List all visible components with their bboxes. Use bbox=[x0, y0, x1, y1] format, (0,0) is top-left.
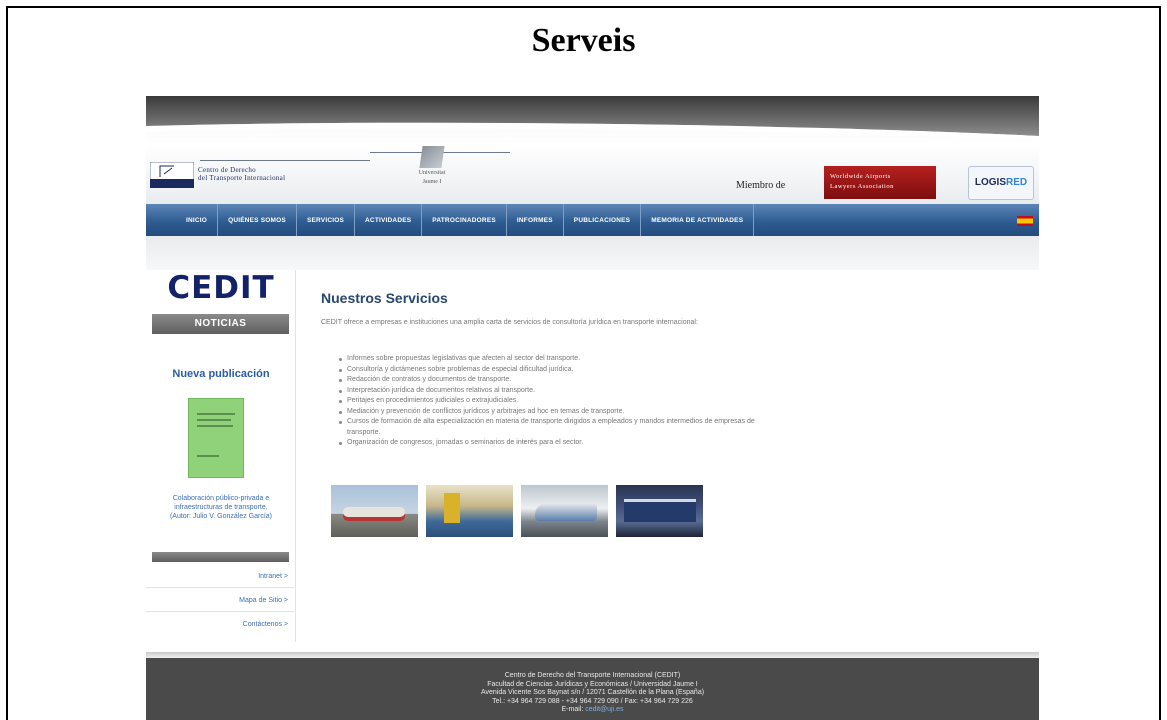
service-item: Informes sobre propuestas legislativas q… bbox=[339, 354, 759, 365]
train-photo bbox=[521, 485, 608, 537]
logo-line-2: del Transporte Internacional bbox=[198, 174, 286, 182]
news-caption-2: infraestructuras de transporte. bbox=[174, 504, 268, 511]
nav-memoria-actividades[interactable]: MEMORIA DE ACTIVIDADES bbox=[641, 204, 755, 236]
nav-quienes-somos[interactable]: QUIÉNES SOMOS bbox=[218, 204, 297, 236]
university-mark-icon bbox=[419, 146, 445, 168]
news-caption[interactable]: Colaboración público-privada e infraestr… bbox=[146, 494, 296, 521]
footer-email-label: E-mail: bbox=[561, 706, 584, 713]
footer-email-link[interactable]: cedit@uji.es bbox=[585, 706, 623, 713]
site-footer: Centro de Derecho del Transporte Interna… bbox=[146, 658, 1039, 720]
book-cover-image[interactable] bbox=[188, 398, 244, 478]
services-list: Informes sobre propuestas legislativas q… bbox=[339, 354, 759, 449]
intranet-link[interactable]: Intranet > bbox=[146, 566, 294, 588]
university-name-1: Universitat bbox=[418, 170, 446, 176]
news-caption-3: (Autor: Julio V. González García) bbox=[169, 513, 273, 520]
transport-photos bbox=[331, 485, 703, 537]
footer-line-3: Avenida Vicente Sos Baynat s/n / 12071 C… bbox=[480, 689, 705, 696]
university-logo: Universitat Jaume I bbox=[408, 146, 456, 186]
book-line bbox=[197, 425, 233, 427]
nav-actividades[interactable]: ACTIVIDADES bbox=[355, 204, 423, 236]
logisred-part-2: RED bbox=[1006, 177, 1028, 188]
nav-subbar bbox=[146, 236, 1039, 270]
news-title-link[interactable]: Nueva publicación bbox=[146, 368, 296, 380]
nav-inicio[interactable]: INICIO bbox=[176, 204, 219, 236]
site-header: Centro de Derecho del Transporte Interna… bbox=[146, 96, 1039, 204]
spain-flag-icon[interactable] bbox=[1017, 216, 1033, 226]
website-screenshot: Centro de Derecho del Transporte Interna… bbox=[146, 96, 1039, 720]
intro-text: CEDIT ofrece a empresas e instituciones … bbox=[321, 319, 698, 326]
slide-title: Serveis bbox=[531, 22, 636, 59]
nav-informes[interactable]: INFORMES bbox=[507, 204, 564, 236]
main-navbar: INICIO QUIÉNES SOMOS SERVICIOS ACTIVIDAD… bbox=[146, 204, 1039, 236]
service-item: Mediación y prevención de conflictos jur… bbox=[339, 407, 759, 418]
ship-photo bbox=[426, 485, 513, 537]
noticias-header: NOTICIAS bbox=[152, 314, 289, 334]
service-item: Consultoría y dictámenes sobre problemas… bbox=[339, 365, 759, 376]
nav-publicaciones[interactable]: PUBLICACIONES bbox=[564, 204, 642, 236]
wala-line-1: Worldwide Airports bbox=[830, 173, 891, 180]
footer-line-4: Tel.: +34 964 729 088 - +34 964 729 090 … bbox=[492, 697, 693, 705]
cedit-logo-text: Centro de Derecho del Transporte Interna… bbox=[198, 166, 285, 182]
slide-frame: Serveis Centro de Derecho del Transporte… bbox=[6, 6, 1161, 720]
footer-email-row: E-mail: cedit@uji.es bbox=[146, 706, 1039, 715]
footer-line-1: Centro de Derecho del Transporte Interna… bbox=[504, 672, 681, 679]
book-line bbox=[197, 455, 219, 457]
header-swoosh bbox=[146, 96, 1039, 140]
left-sidebar: CEDIT NOTICIAS Nueva publicación Colabor… bbox=[146, 270, 296, 642]
university-name-2: Jaume I bbox=[422, 179, 442, 185]
service-item: Organización de congresos, jornadas o se… bbox=[339, 438, 759, 449]
site-map-link[interactable]: Mapa de Sitio > bbox=[146, 590, 294, 612]
decor-line bbox=[200, 160, 370, 161]
book-line bbox=[197, 419, 231, 421]
book-line bbox=[197, 413, 235, 415]
nav-patrocinadores[interactable]: PATROCINADORES bbox=[422, 204, 507, 236]
footer-line-2: Facultad de Ciencias Jurídicas y Económi… bbox=[487, 680, 698, 688]
logo-line-1: Centro de Derecho bbox=[198, 166, 256, 174]
member-label: Miembro de bbox=[736, 180, 786, 191]
service-item: Redacción de contratos y documentos de t… bbox=[339, 375, 759, 386]
wala-logo-link[interactable]: Worldwide Airports Lawyers Association bbox=[824, 166, 936, 199]
page-title: Nuestros Servicios bbox=[321, 290, 448, 306]
sidebar-brand: CEDIT bbox=[167, 270, 275, 306]
sidebar-divider-bar bbox=[152, 552, 289, 562]
service-item: Peritajes en procedimientos judiciales o… bbox=[339, 396, 759, 407]
truck-photo bbox=[616, 485, 703, 537]
contact-link[interactable]: Contáctenos > bbox=[146, 614, 294, 636]
service-item: Interpretación jurídica de documentos re… bbox=[339, 386, 759, 397]
logisred-part-1: LOGIS bbox=[974, 177, 1006, 188]
service-item: Cursos de formación de alta especializac… bbox=[339, 417, 759, 438]
nav-servicios[interactable]: SERVICIOS bbox=[297, 204, 356, 236]
news-caption-1: Colaboración público-privada e bbox=[172, 495, 270, 502]
airplane-photo bbox=[331, 485, 418, 537]
wala-line-2: Lawyers Association bbox=[830, 183, 894, 190]
cedit-logo-icon bbox=[150, 162, 194, 188]
logisred-logo-link[interactable]: LOGISRED bbox=[968, 166, 1034, 200]
